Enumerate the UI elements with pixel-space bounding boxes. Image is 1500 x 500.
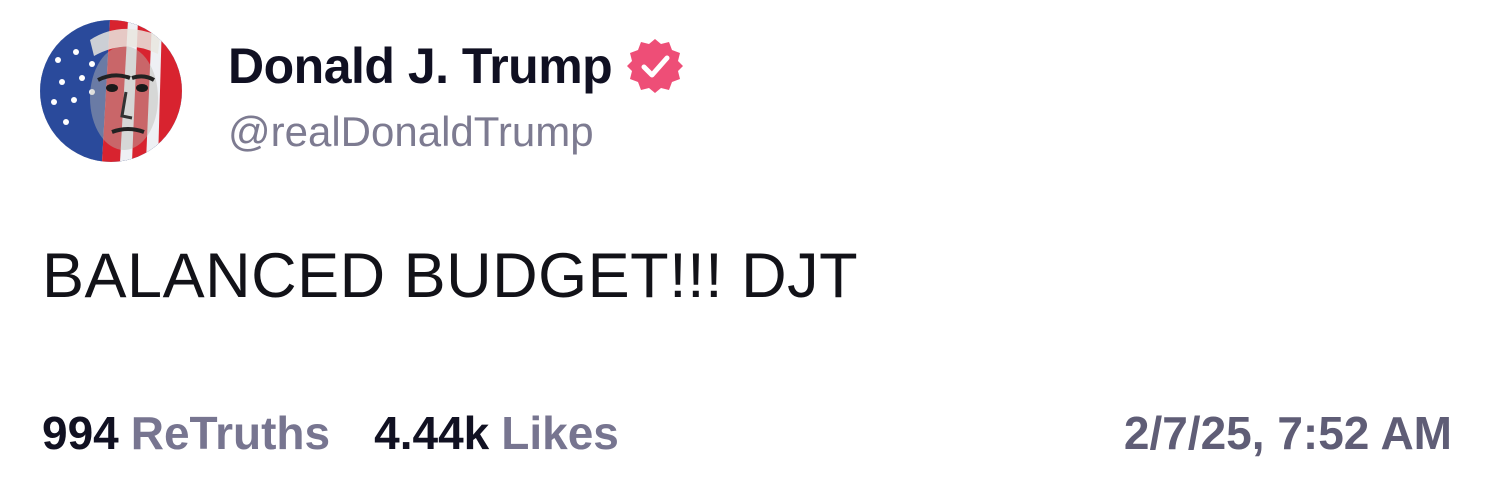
likes-label: Likes <box>501 407 619 459</box>
likes-count: 4.44k <box>374 407 490 459</box>
avatar[interactable] <box>40 20 182 162</box>
retruths-count: 994 <box>42 407 119 459</box>
flag-portrait-avatar-icon <box>40 20 182 162</box>
post-stats: 994 ReTruths 4.44k Likes <box>42 406 619 460</box>
retruths-stat[interactable]: 994 ReTruths <box>42 406 330 460</box>
post-text: BALANCED BUDGET!!! DJT <box>42 241 859 311</box>
retruths-label: ReTruths <box>130 407 331 459</box>
post-card: Donald J. Trump @realDonaldTrump BALANCE… <box>0 0 1500 500</box>
author-display-name[interactable]: Donald J. Trump <box>228 37 613 95</box>
author-name-row: Donald J. Trump <box>228 36 684 96</box>
post-timestamp[interactable]: 2/7/25, 7:52 AM <box>1124 406 1452 460</box>
likes-stat[interactable]: 4.44k Likes <box>374 406 619 460</box>
author-handle[interactable]: @realDonaldTrump <box>228 108 594 156</box>
verified-badge-icon <box>626 37 684 95</box>
